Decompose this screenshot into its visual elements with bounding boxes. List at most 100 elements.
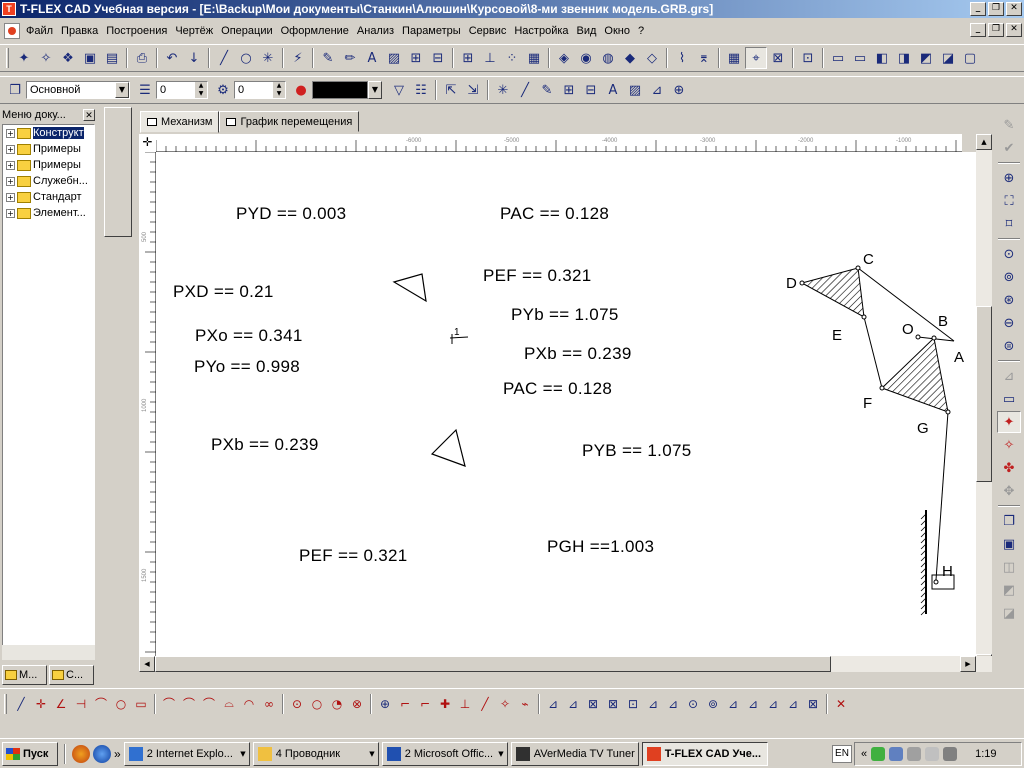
color-palette-icon[interactable]: ● [290, 79, 312, 101]
filter-lines-icon[interactable]: ╱ [514, 79, 536, 101]
node-2-icon[interactable]: ⌐ [395, 693, 415, 715]
arc-3-icon[interactable]: ⌒ [199, 693, 219, 715]
snap-13-icon[interactable]: ⊿ [783, 693, 803, 715]
document-icon[interactable] [4, 23, 20, 39]
menu-file[interactable]: Файл [22, 25, 57, 37]
fragment-icon[interactable]: ⊟ [427, 47, 449, 69]
param-label[interactable]: PEF == 0.321 [483, 266, 592, 286]
quicklaunch-more-icon[interactable]: » [114, 747, 121, 761]
view-1-icon[interactable]: ▭ [827, 47, 849, 69]
grid-icon[interactable]: ⊞ [457, 47, 479, 69]
snap-5-icon[interactable]: ⊡ [623, 693, 643, 715]
snap-icon[interactable]: ⊥ [479, 47, 501, 69]
menu-drawing[interactable]: Чертёж [171, 25, 217, 37]
select-icon[interactable]: ⇱ [440, 79, 462, 101]
tree-item[interactable]: + Служебн... [3, 173, 94, 189]
redo-icon[interactable]: ↓ [183, 47, 205, 69]
graphic-line-icon[interactable]: ✎ [317, 47, 339, 69]
scroll-up-icon[interactable]: ▲ [976, 134, 992, 150]
menu-edit[interactable]: Правка [57, 25, 102, 37]
tree-item[interactable]: + Конструкт [3, 125, 94, 141]
level-spinner[interactable]: ▲ ▼ [195, 82, 207, 98]
operation-2-icon[interactable]: ◉ [575, 47, 597, 69]
task-internet-explorer[interactable]: 2 Internet Explo... ▼ [123, 741, 250, 766]
canvas-horizontal-scrollbar[interactable]: ◀ ▶ [139, 656, 992, 672]
view-4-icon[interactable]: ◨ [893, 47, 915, 69]
zoom-window-icon[interactable]: ⛶ [997, 190, 1021, 212]
doc-minimize-button[interactable]: _ [970, 23, 986, 37]
points-view-icon[interactable]: ✧ [997, 434, 1021, 456]
arc-2-icon[interactable]: ⌒ [179, 693, 199, 715]
screen-icon[interactable]: ▭ [997, 388, 1021, 410]
snap-3-icon[interactable]: ⊠ [583, 693, 603, 715]
node-3-icon[interactable]: ⌐ [415, 693, 435, 715]
snap-2-icon[interactable]: ⊿ [563, 693, 583, 715]
3d-view-icon[interactable]: ◫ [997, 556, 1021, 578]
filter-icon[interactable]: ▽ [388, 79, 410, 101]
view-7-icon[interactable]: ▢ [959, 47, 981, 69]
line-icon[interactable]: ╱ [213, 47, 235, 69]
snap-8-icon[interactable]: ⊙ [683, 693, 703, 715]
line-tool-icon[interactable]: ╱ [11, 693, 31, 715]
new-3d-icon[interactable]: ✧ [35, 47, 57, 69]
parameter-icon[interactable]: ⊠ [767, 47, 789, 69]
param-label[interactable]: PAC == 0.128 [503, 379, 612, 399]
ie-icon[interactable] [93, 744, 111, 763]
snap-12-icon[interactable]: ⊿ [763, 693, 783, 715]
sketch-icon[interactable]: ⚡ [287, 47, 309, 69]
new-prototype-icon[interactable]: ❖ [57, 47, 79, 69]
arc-4-icon[interactable]: ⌓ [219, 693, 239, 715]
menu-settings[interactable]: Настройка [510, 25, 572, 37]
node-8-icon[interactable]: ⌁ [515, 693, 535, 715]
node-4-icon[interactable]: ✚ [435, 693, 455, 715]
dimension-icon[interactable]: ⊞ [405, 47, 427, 69]
panel-close-icon[interactable]: ✕ [83, 109, 95, 121]
language-indicator[interactable]: EN [832, 745, 852, 763]
snap-toggle-icon[interactable]: ⌖ [745, 47, 767, 69]
3d-box-icon[interactable]: ▣ [997, 533, 1021, 555]
color-select[interactable]: ▼ [312, 81, 382, 99]
print-icon[interactable]: ⎙ [131, 47, 153, 69]
close-button[interactable]: ✕ [1006, 2, 1022, 16]
tree-item[interactable]: + Примеры [3, 157, 94, 173]
layer-icon[interactable]: ❐ [4, 79, 26, 101]
text-icon[interactable]: A [361, 47, 383, 69]
tree-item[interactable]: + Стандарт [3, 189, 94, 205]
3d-shade-icon[interactable]: ◪ [997, 602, 1021, 624]
circle-tool-icon[interactable]: ○ [111, 693, 131, 715]
tray-network-icon[interactable] [889, 747, 904, 761]
filter-list-icon[interactable]: ☷ [410, 79, 432, 101]
view-2-icon[interactable]: ▭ [849, 47, 871, 69]
menu-help[interactable]: ? [634, 25, 648, 37]
layer-select[interactable]: Основной ▼ [26, 81, 130, 99]
param-label[interactable]: PXb == 0.239 [524, 344, 632, 364]
zoom-extents-icon[interactable]: ⌑ [997, 213, 1021, 235]
param-label[interactable]: PYD == 0.003 [236, 204, 346, 224]
doc-close-button[interactable]: ✕ [1006, 23, 1022, 37]
node-tool-icon[interactable]: ⊕ [375, 693, 395, 715]
filter-graphics-icon[interactable]: ✎ [536, 79, 558, 101]
new-file-icon[interactable]: ✦ [13, 47, 35, 69]
undo-icon[interactable]: ↶ [161, 47, 183, 69]
operation-1-icon[interactable]: ◈ [553, 47, 575, 69]
filter-dims-icon[interactable]: ⊞ [558, 79, 580, 101]
arc-tool-icon[interactable]: ⌒ [91, 693, 111, 715]
param-label[interactable]: PAC == 0.128 [500, 204, 609, 224]
hatch-icon[interactable]: ▨ [383, 47, 405, 69]
filter-fragments-icon[interactable]: ⊟ [580, 79, 602, 101]
param-label[interactable]: PYo == 0.998 [194, 357, 300, 377]
snap-4-icon[interactable]: ⊠ [603, 693, 623, 715]
snap-7-icon[interactable]: ⊿ [663, 693, 683, 715]
param-label[interactable]: PEF == 0.321 [299, 546, 408, 566]
zoom-out-icon[interactable]: ⊖ [997, 312, 1021, 334]
app-icon[interactable]: T [2, 2, 16, 16]
tray-expand-icon[interactable]: « [861, 748, 867, 760]
circle-center-icon[interactable]: ⊙ [287, 693, 307, 715]
task-avermedia[interactable]: AVerMedia TV Tuner [510, 741, 639, 766]
pen-icon[interactable]: ✏ [339, 47, 361, 69]
doc-restore-button[interactable]: ❐ [988, 23, 1004, 37]
task-explorer[interactable]: 4 Проводник ▼ [252, 741, 379, 766]
view-6-icon[interactable]: ◪ [937, 47, 959, 69]
check-icon[interactable]: ✔ [997, 137, 1021, 159]
menu-parameters[interactable]: Параметры [398, 25, 465, 37]
